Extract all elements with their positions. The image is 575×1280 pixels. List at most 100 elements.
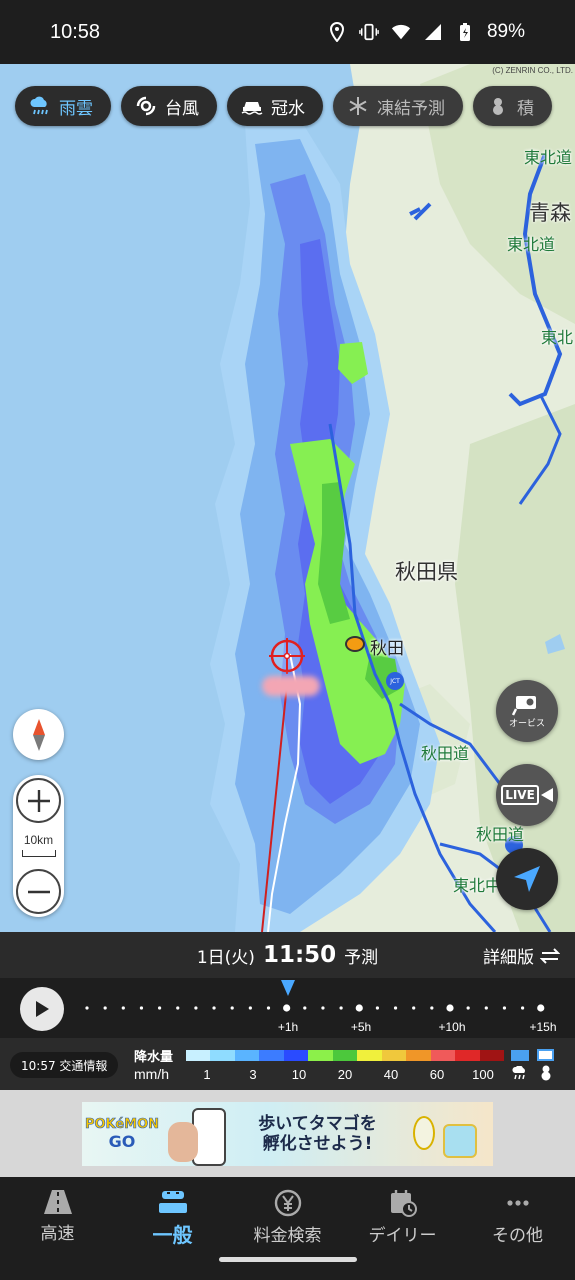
- snow-person-icon: [487, 95, 509, 117]
- target-label-blur: [262, 676, 320, 696]
- ad-banner[interactable]: POKéMON GO 歩いてタマゴを 孵化させよう!: [82, 1102, 493, 1166]
- legend-color-swatch: [283, 1050, 309, 1061]
- timeline-tick: [537, 1004, 545, 1012]
- timeline-tick: [466, 1006, 470, 1010]
- map-base: [0, 64, 575, 932]
- timeline-tick: [158, 1006, 162, 1010]
- rain-cloud-icon: [512, 1066, 525, 1080]
- nav-others[interactable]: その他: [460, 1189, 575, 1246]
- timeline-tick: [339, 1006, 343, 1010]
- ad-brand: POKéMON: [84, 1117, 160, 1133]
- legend-color-swatch: [332, 1050, 358, 1061]
- ad-brand-go: GO: [108, 1132, 136, 1151]
- timeline-tick: [230, 1006, 234, 1010]
- zoom-out-button[interactable]: [16, 869, 61, 914]
- place-label-aomori: 青森: [529, 201, 571, 225]
- chip-label: 台風: [165, 98, 199, 119]
- nav-general[interactable]: 一般: [115, 1189, 230, 1248]
- swap-arrows-icon: [540, 947, 560, 964]
- chip-freeze-forecast[interactable]: 凍結予測: [333, 86, 463, 126]
- zoom-in-button[interactable]: [16, 778, 61, 823]
- navigation-arrow-icon: [514, 866, 540, 892]
- timeline-tick: [393, 1006, 398, 1010]
- status-time: 10:58: [50, 20, 101, 43]
- legend-color-scale: [186, 1050, 505, 1061]
- road-label-akitado: 秋田道: [421, 744, 470, 763]
- map-scale: 10km: [13, 833, 64, 857]
- snowflake-icon: [347, 95, 369, 117]
- timeline-label: +5h: [350, 1020, 372, 1034]
- timeline-tick: [303, 1006, 307, 1010]
- status-icons: 89%: [327, 21, 525, 43]
- legend-value: 40: [383, 1067, 399, 1082]
- chip-label: 積: [517, 98, 534, 119]
- map-scale-label: 10km: [23, 833, 54, 847]
- nav-highway[interactable]: 高速: [0, 1189, 115, 1244]
- target-crosshair-icon[interactable]: [269, 638, 305, 674]
- timeline-tick: [412, 1006, 416, 1010]
- ad-phone-image: [162, 1102, 232, 1166]
- pokemon-go-logo: POKéMON GO: [82, 1102, 162, 1166]
- timeline-tick: [85, 1006, 89, 1010]
- timeline-tick: [430, 1006, 434, 1010]
- chip-label: 冠水: [271, 98, 305, 119]
- legend-color-swatch: [357, 1050, 382, 1061]
- timeline-tick: [103, 1006, 107, 1010]
- timeline-tick: [212, 1006, 216, 1010]
- timeline-tick: [355, 1004, 363, 1012]
- timeline-tick: [375, 1006, 379, 1010]
- road-label-tohoku-chuo: 東北中: [453, 876, 502, 895]
- detail-version-button[interactable]: 詳細版: [483, 943, 560, 968]
- ad-line-2: 孵化させよう!: [262, 1134, 373, 1154]
- timeline-label: +15h: [529, 1020, 557, 1034]
- nav-daily[interactable]: デイリー: [345, 1189, 460, 1246]
- timeline-tick: [484, 1006, 488, 1010]
- timeline-tick: [321, 1006, 325, 1010]
- nav-label: デイリー: [368, 1226, 437, 1246]
- timeline[interactable]: +1h +5h +10h +15h: [0, 978, 575, 1038]
- ad-line-1: 歩いてタマゴを: [258, 1113, 377, 1134]
- ad-eggs-image: [403, 1102, 493, 1166]
- live-camera-button[interactable]: LIVE: [496, 764, 558, 826]
- timeline-tick: [266, 1006, 271, 1010]
- legend-color-swatch: [210, 1050, 235, 1061]
- highway-icon: [43, 1190, 72, 1214]
- legend-value: 3: [249, 1067, 257, 1082]
- legend-color-swatch: [186, 1050, 211, 1061]
- chip-typhoon[interactable]: 台風: [121, 86, 217, 126]
- legend-color-swatch: [234, 1050, 260, 1061]
- current-location-button[interactable]: [496, 848, 558, 910]
- place-label-akita-city: 秋田: [370, 639, 404, 659]
- compass-icon: [32, 718, 45, 751]
- forecast-kind: 予測: [344, 947, 379, 968]
- plus-icon: [27, 789, 50, 812]
- chip-flood[interactable]: 冠水: [227, 86, 323, 126]
- timeline-tick: [446, 1004, 454, 1012]
- legend-value: 10: [291, 1067, 307, 1082]
- jct-marker: JCT: [386, 672, 404, 690]
- home-indicator[interactable]: [219, 1257, 357, 1262]
- battery-percent: 89%: [486, 21, 525, 42]
- scale-bar-icon: [21, 850, 56, 857]
- bottom-navigation: 高速 一般 料金検索 デイリー その他: [0, 1177, 575, 1280]
- nav-label: 料金検索: [253, 1226, 322, 1246]
- general-road-icon: [158, 1191, 187, 1213]
- snowman-icon: [541, 1065, 551, 1081]
- rain-radar-map[interactable]: (C) ZENRIN CO., LTD. 雨雲 台風 冠水 凍結予測 積 東北道…: [0, 64, 575, 932]
- timeline-tick: [139, 1006, 144, 1010]
- orbis-button[interactable]: オービス: [496, 680, 558, 742]
- timeline-tick: [283, 1004, 291, 1012]
- status-bar: 10:58 89%: [0, 0, 575, 64]
- traffic-info-button[interactable]: 10:57 交通情報: [10, 1052, 119, 1078]
- timeline-tick: [248, 1006, 252, 1010]
- chip-rain-cloud[interactable]: 雨雲: [15, 86, 111, 126]
- chip-snow[interactable]: 積: [473, 86, 552, 126]
- timeline-position-marker[interactable]: [281, 980, 295, 996]
- legend-value: 20: [337, 1067, 353, 1082]
- timeline-tick: [502, 1006, 507, 1010]
- nav-toll-search[interactable]: 料金検索: [230, 1189, 345, 1246]
- compass-button[interactable]: [13, 709, 64, 760]
- road-label-tohoku: 東北道: [524, 148, 573, 167]
- more-icon: [506, 1200, 529, 1206]
- legend-color-swatch: [479, 1050, 505, 1061]
